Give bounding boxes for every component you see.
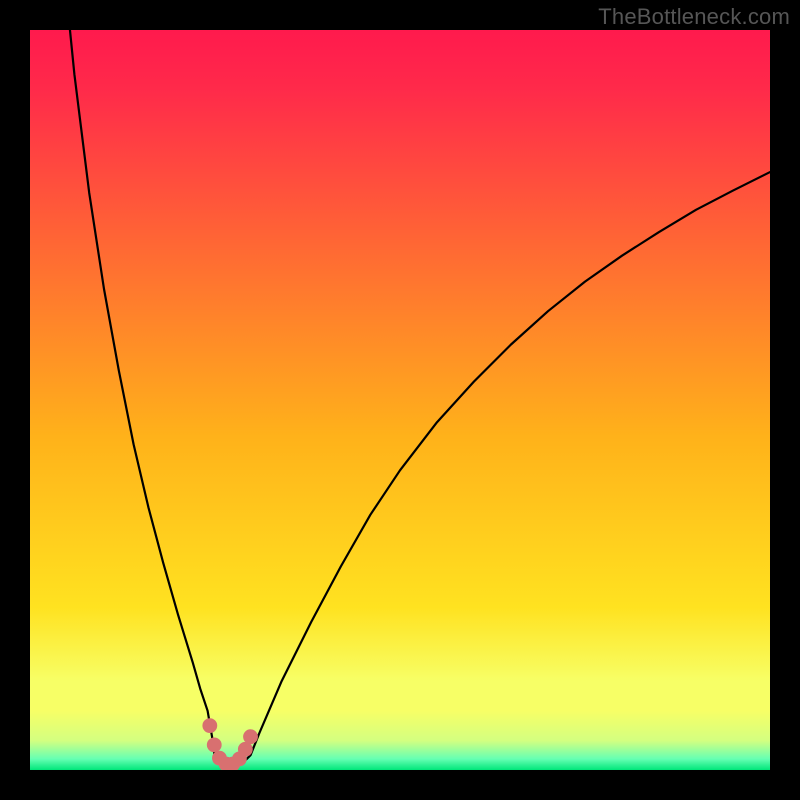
plot-area: [30, 30, 770, 770]
chart-background: [30, 30, 770, 770]
chart-svg: [30, 30, 770, 770]
chart-frame: TheBottleneck.com: [0, 0, 800, 800]
marker-dot-0: [202, 718, 217, 733]
marker-dot-7: [243, 729, 258, 744]
watermark-text: TheBottleneck.com: [598, 4, 790, 30]
marker-dot-1: [207, 737, 222, 752]
